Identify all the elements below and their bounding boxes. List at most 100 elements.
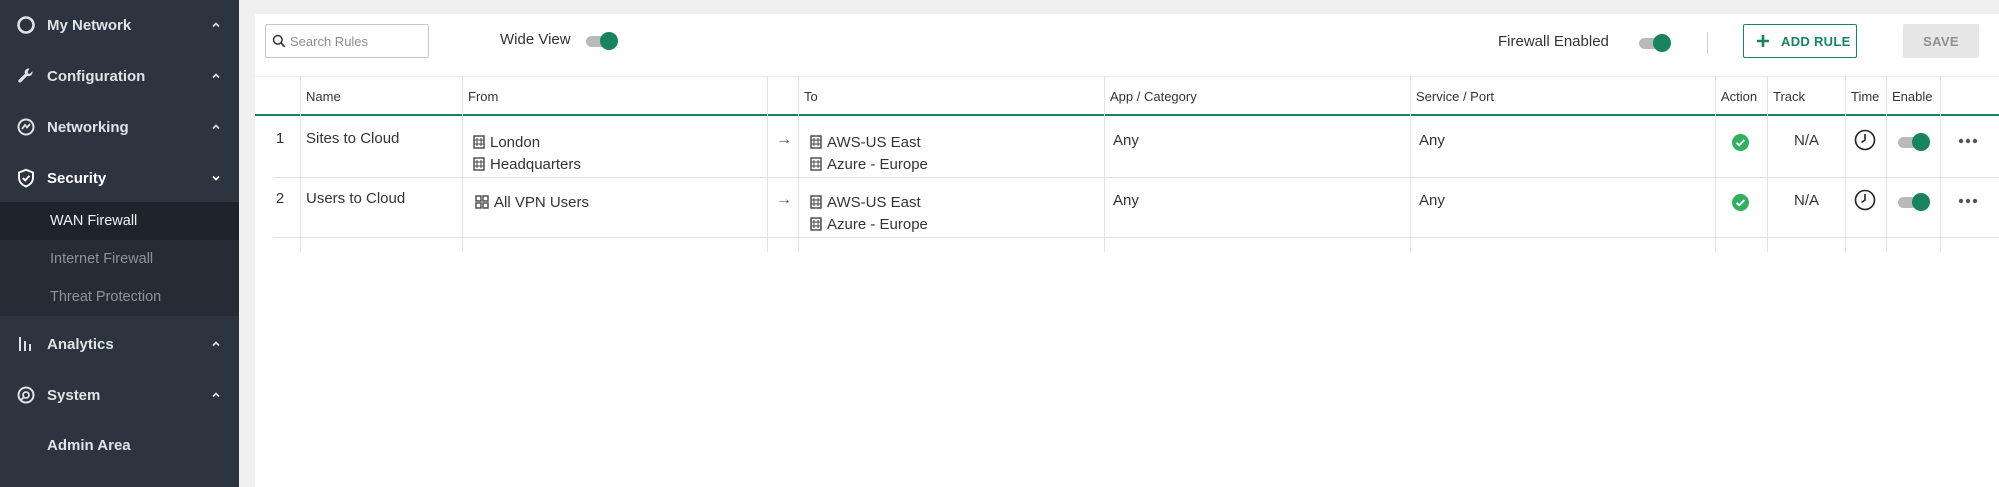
to-location: Azure - Europe: [810, 154, 928, 174]
to-location: Azure - Europe: [810, 214, 928, 234]
column-header-action[interactable]: Action: [1715, 77, 1765, 115]
sidebar-item-admin-area[interactable]: Admin Area: [0, 420, 239, 470]
app-category-value: Any: [1113, 132, 1139, 149]
firewall-enabled-toggle[interactable]: [1639, 34, 1671, 52]
add-rule-button[interactable]: ADD RULE: [1743, 24, 1857, 58]
allow-check-icon: [1732, 194, 1749, 211]
row-divider: [273, 237, 1999, 238]
from-location-label: London: [490, 133, 541, 151]
building-icon: [810, 217, 822, 231]
sidebar-item-security[interactable]: Security: [0, 153, 239, 203]
clock-icon[interactable]: [1854, 189, 1876, 211]
table-row[interactable]: 2 Users to Cloud All VPN Users → AWS-US …: [255, 178, 1999, 238]
firewall-enabled-label: Firewall Enabled: [1498, 33, 1609, 50]
sidebar-item-my-network[interactable]: My Network: [0, 0, 239, 50]
column-header-service-port[interactable]: Service / Port: [1410, 77, 1710, 115]
column-header-to[interactable]: To: [798, 77, 1098, 115]
sidebar-item-label: System: [47, 386, 101, 404]
column-header-enable[interactable]: Enable: [1886, 77, 1936, 115]
rule-name: Sites to Cloud: [306, 130, 400, 147]
wide-view-label: Wide View: [500, 31, 571, 48]
to-location-label: Azure - Europe: [827, 155, 928, 173]
wide-view-toggle[interactable]: [586, 32, 618, 50]
save-button[interactable]: SAVE: [1903, 24, 1979, 58]
building-icon: [810, 135, 822, 149]
building-icon: [473, 157, 485, 171]
chevron-up-icon: [211, 390, 221, 400]
sidebar: My Network Configuration Networking Secu…: [0, 0, 239, 487]
track-value: N/A: [1794, 192, 1820, 209]
sidebar-item-networking[interactable]: Networking: [0, 102, 239, 152]
toggle-knob: [1653, 34, 1671, 52]
main-panel: Wide View Firewall Enabled ADD RULE SAVE…: [255, 14, 1999, 487]
user-group-icon: [475, 195, 489, 209]
search-icon: [272, 34, 286, 48]
chevron-up-icon: [211, 122, 221, 132]
building-icon: [810, 157, 822, 171]
search-input[interactable]: [290, 31, 424, 51]
sidebar-item-label: Admin Area: [47, 436, 131, 454]
security-subnav: WAN Firewall Internet Firewall Threat Pr…: [0, 202, 239, 316]
to-location: AWS-US East: [810, 192, 921, 212]
row-number: 1: [275, 130, 285, 147]
subnav-item-internet-firewall[interactable]: Internet Firewall: [0, 240, 239, 278]
allow-check-icon: [1732, 134, 1749, 151]
toggle-knob: [1912, 193, 1930, 211]
from-location-label: Headquarters: [490, 155, 581, 173]
wrench-icon: [16, 66, 36, 86]
from-location: Headquarters: [473, 154, 581, 174]
building-icon: [810, 195, 822, 209]
sidebar-item-analytics[interactable]: Analytics: [0, 319, 239, 369]
column-header-time[interactable]: Time: [1845, 77, 1885, 115]
column-header-track[interactable]: Track: [1767, 77, 1837, 115]
service-port-value: Any: [1419, 132, 1445, 149]
to-location: AWS-US East: [810, 132, 921, 152]
sidebar-item-system[interactable]: System: [0, 370, 239, 420]
column-header-from[interactable]: From: [462, 77, 742, 115]
chevron-up-icon: [211, 71, 221, 81]
chevron-down-icon: [211, 173, 221, 183]
toggle-knob: [1912, 133, 1930, 151]
toggle-knob: [600, 32, 618, 50]
subnav-item-threat-protection[interactable]: Threat Protection: [0, 278, 239, 316]
chevron-up-icon: [211, 20, 221, 30]
rule-name: Users to Cloud: [306, 190, 406, 207]
table-row[interactable]: 1 Sites to Cloud London Headquarters → A…: [255, 118, 1999, 178]
chevron-up-icon: [211, 339, 221, 349]
search-box: [265, 24, 429, 58]
from-location: London: [473, 132, 540, 152]
more-options-icon[interactable]: [1958, 132, 1978, 144]
track-value: N/A: [1794, 132, 1820, 149]
toolbar-divider: [1707, 32, 1708, 54]
row-number: 2: [275, 190, 285, 207]
subnav-item-wan-firewall[interactable]: WAN Firewall: [0, 202, 239, 240]
network-icon: [16, 117, 36, 137]
rule-enable-toggle[interactable]: [1898, 193, 1930, 211]
circle-icon: [16, 15, 36, 35]
bar-chart-icon: [16, 334, 36, 354]
sidebar-item-label: Analytics: [47, 335, 114, 353]
to-location-label: AWS-US East: [827, 193, 921, 211]
sidebar-item-label: Networking: [47, 118, 129, 136]
service-port-value: Any: [1419, 192, 1445, 209]
more-options-icon[interactable]: [1958, 192, 1978, 204]
plus-icon: [1756, 34, 1770, 48]
add-rule-label: ADD RULE: [1781, 33, 1851, 49]
clock-icon[interactable]: [1854, 129, 1876, 151]
to-location-label: Azure - Europe: [827, 215, 928, 233]
direction-arrow: →: [776, 131, 792, 148]
rule-enable-toggle[interactable]: [1898, 133, 1930, 151]
building-icon: [473, 135, 485, 149]
column-header-name[interactable]: Name: [300, 77, 420, 115]
sidebar-item-label: Security: [47, 169, 107, 187]
app-category-value: Any: [1113, 192, 1139, 209]
sidebar-item-label: Configuration: [47, 67, 146, 85]
column-header-app-category[interactable]: App / Category: [1104, 77, 1404, 115]
direction-arrow: →: [776, 191, 792, 208]
system-icon: [16, 385, 36, 405]
table-header: Name From To App / Category Service / Po…: [255, 76, 1999, 116]
to-location-label: AWS-US East: [827, 133, 921, 151]
from-location-label: All VPN Users: [494, 193, 590, 211]
sidebar-item-configuration[interactable]: Configuration: [0, 51, 239, 101]
sidebar-item-label: My Network: [47, 16, 132, 34]
